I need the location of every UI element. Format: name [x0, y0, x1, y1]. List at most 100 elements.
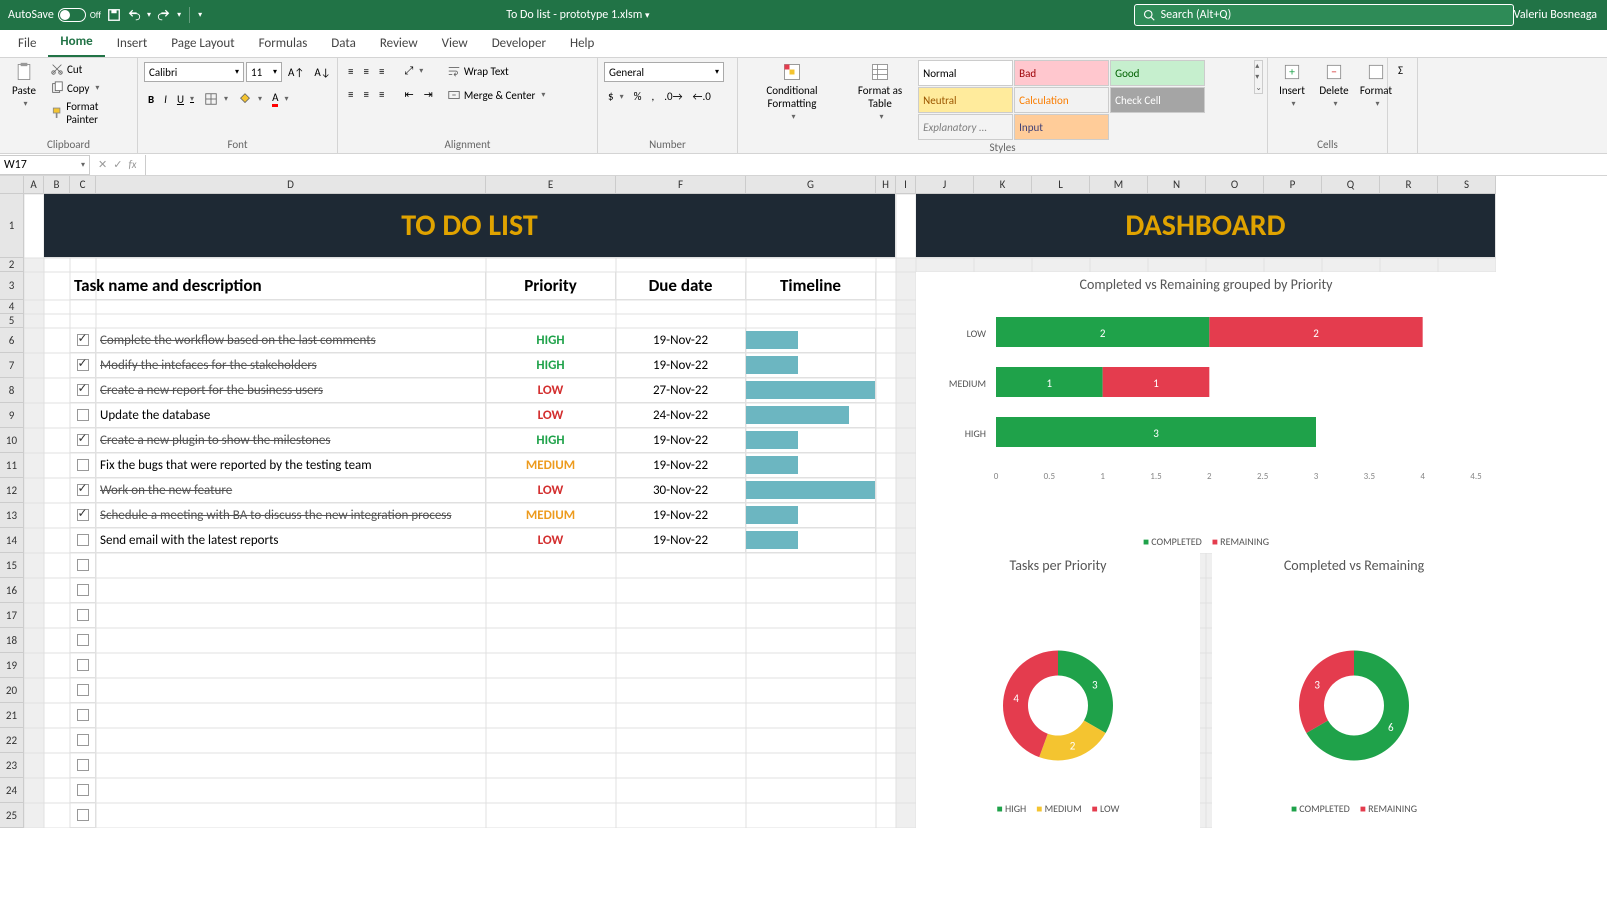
checkbox[interactable]	[77, 709, 89, 721]
cell[interactable]: Complete the workflow based on the last …	[96, 328, 486, 353]
col-header-L[interactable]: L	[1032, 176, 1090, 194]
row-header-5[interactable]: 5	[0, 314, 24, 328]
col-header-D[interactable]: D	[96, 176, 486, 194]
cell[interactable]	[70, 328, 96, 353]
cell[interactable]: 24-Nov-22	[616, 403, 746, 428]
col-header-B[interactable]: B	[44, 176, 70, 194]
row-header-22[interactable]: 22	[0, 728, 24, 753]
cell[interactable]	[746, 378, 876, 403]
italic-button[interactable]: I	[160, 91, 171, 108]
row-header-14[interactable]: 14	[0, 528, 24, 553]
col-header-M[interactable]: M	[1090, 176, 1148, 194]
checkbox[interactable]	[77, 359, 89, 371]
decrease-indent-button[interactable]: ⇤	[400, 86, 417, 103]
cell[interactable]	[70, 803, 96, 828]
cell[interactable]: MEDIUM	[486, 503, 616, 528]
cell[interactable]	[70, 453, 96, 478]
row-header-6[interactable]: 6	[0, 328, 24, 353]
cell[interactable]	[746, 353, 876, 378]
align-bottom-button[interactable]: ≡	[375, 63, 388, 80]
cell[interactable]: Schedule a meeting with BA to discuss th…	[96, 503, 486, 528]
cell[interactable]: Task name and description	[70, 272, 486, 300]
align-left-button[interactable]: ≡	[344, 86, 357, 103]
col-header-N[interactable]: N	[1148, 176, 1206, 194]
row-header-21[interactable]: 21	[0, 703, 24, 728]
increase-decimal-button[interactable]: .0→	[660, 88, 686, 105]
style-normal[interactable]: Normal	[918, 60, 1013, 86]
cell[interactable]: LOW	[486, 403, 616, 428]
toggle-off-icon[interactable]	[58, 8, 86, 22]
cell[interactable]: HIGH	[486, 428, 616, 453]
row-header-15[interactable]: 15	[0, 553, 24, 578]
cell[interactable]	[70, 778, 96, 803]
row-header-8[interactable]: 8	[0, 378, 24, 403]
align-center-button[interactable]: ≡	[359, 86, 372, 103]
col-header-R[interactable]: R	[1380, 176, 1438, 194]
cell[interactable]	[70, 753, 96, 778]
col-header-F[interactable]: F	[616, 176, 746, 194]
checkbox[interactable]	[77, 734, 89, 746]
autosum-button[interactable]: Σ	[1394, 62, 1407, 79]
row-header-4[interactable]: 4	[0, 300, 24, 314]
row-header-3[interactable]: 3	[0, 272, 24, 300]
cell[interactable]: DASHBOARD	[916, 194, 1496, 258]
col-header-H[interactable]: H	[876, 176, 896, 194]
format-as-table-button[interactable]: Format as Table	[844, 60, 916, 124]
insert-cells-button[interactable]: +Insert	[1272, 60, 1312, 111]
col-header-I[interactable]: I	[896, 176, 916, 194]
style-neutral[interactable]: Neutral	[918, 87, 1013, 113]
fx-button[interactable]: fx	[128, 158, 136, 171]
tab-help[interactable]: Help	[558, 30, 606, 57]
tab-data[interactable]: Data	[319, 30, 368, 57]
col-header-Q[interactable]: Q	[1322, 176, 1380, 194]
cell[interactable]: 30-Nov-22	[616, 478, 746, 503]
cell[interactable]	[70, 353, 96, 378]
cell[interactable]: Timeline	[746, 272, 876, 300]
checkbox[interactable]	[77, 584, 89, 596]
cell[interactable]	[746, 428, 876, 453]
cell[interactable]	[70, 378, 96, 403]
tab-developer[interactable]: Developer	[480, 30, 558, 57]
checkbox[interactable]	[77, 634, 89, 646]
cell[interactable]	[70, 478, 96, 503]
formula-input[interactable]	[146, 158, 1607, 172]
search-input[interactable]	[1161, 8, 1505, 22]
row-header-23[interactable]: 23	[0, 753, 24, 778]
cell[interactable]: MEDIUM	[486, 453, 616, 478]
checkbox[interactable]	[77, 459, 89, 471]
increase-indent-button[interactable]: ⇥	[420, 86, 437, 103]
delete-cells-button[interactable]: −Delete	[1314, 60, 1354, 111]
cell[interactable]	[746, 478, 876, 503]
checkbox[interactable]	[77, 784, 89, 796]
cell[interactable]	[746, 503, 876, 528]
paste-button[interactable]: Paste	[4, 60, 44, 111]
cell[interactable]	[70, 678, 96, 703]
tab-file[interactable]: File	[6, 30, 48, 57]
col-header-S[interactable]: S	[1438, 176, 1496, 194]
copy-button[interactable]: Copy	[46, 79, 133, 97]
name-box[interactable]: W17▾	[0, 155, 90, 175]
align-middle-button[interactable]: ≡	[359, 63, 372, 80]
style-check-cell[interactable]: Check Cell	[1110, 87, 1205, 113]
font-color-button[interactable]: A	[268, 89, 292, 109]
style-bad[interactable]: Bad	[1014, 60, 1109, 86]
donut-chart[interactable]: Tasks per Priority324	[916, 553, 1200, 828]
cell[interactable]	[746, 453, 876, 478]
save-icon[interactable]	[107, 8, 121, 22]
cell[interactable]	[70, 653, 96, 678]
row-header-17[interactable]: 17	[0, 603, 24, 628]
cell[interactable]: Priority	[486, 272, 616, 300]
comma-button[interactable]: ,	[647, 88, 658, 105]
checkbox[interactable]	[77, 659, 89, 671]
row-header-11[interactable]: 11	[0, 453, 24, 478]
checkbox[interactable]	[77, 534, 89, 546]
increase-font-button[interactable]: A↑	[284, 64, 308, 81]
col-header-G[interactable]: G	[746, 176, 876, 194]
cell[interactable]	[746, 528, 876, 553]
redo-icon[interactable]	[157, 8, 171, 22]
cell[interactable]: 19-Nov-22	[616, 503, 746, 528]
style-good[interactable]: Good	[1110, 60, 1205, 86]
row-header-7[interactable]: 7	[0, 353, 24, 378]
tab-insert[interactable]: Insert	[105, 30, 160, 57]
row-header-12[interactable]: 12	[0, 478, 24, 503]
